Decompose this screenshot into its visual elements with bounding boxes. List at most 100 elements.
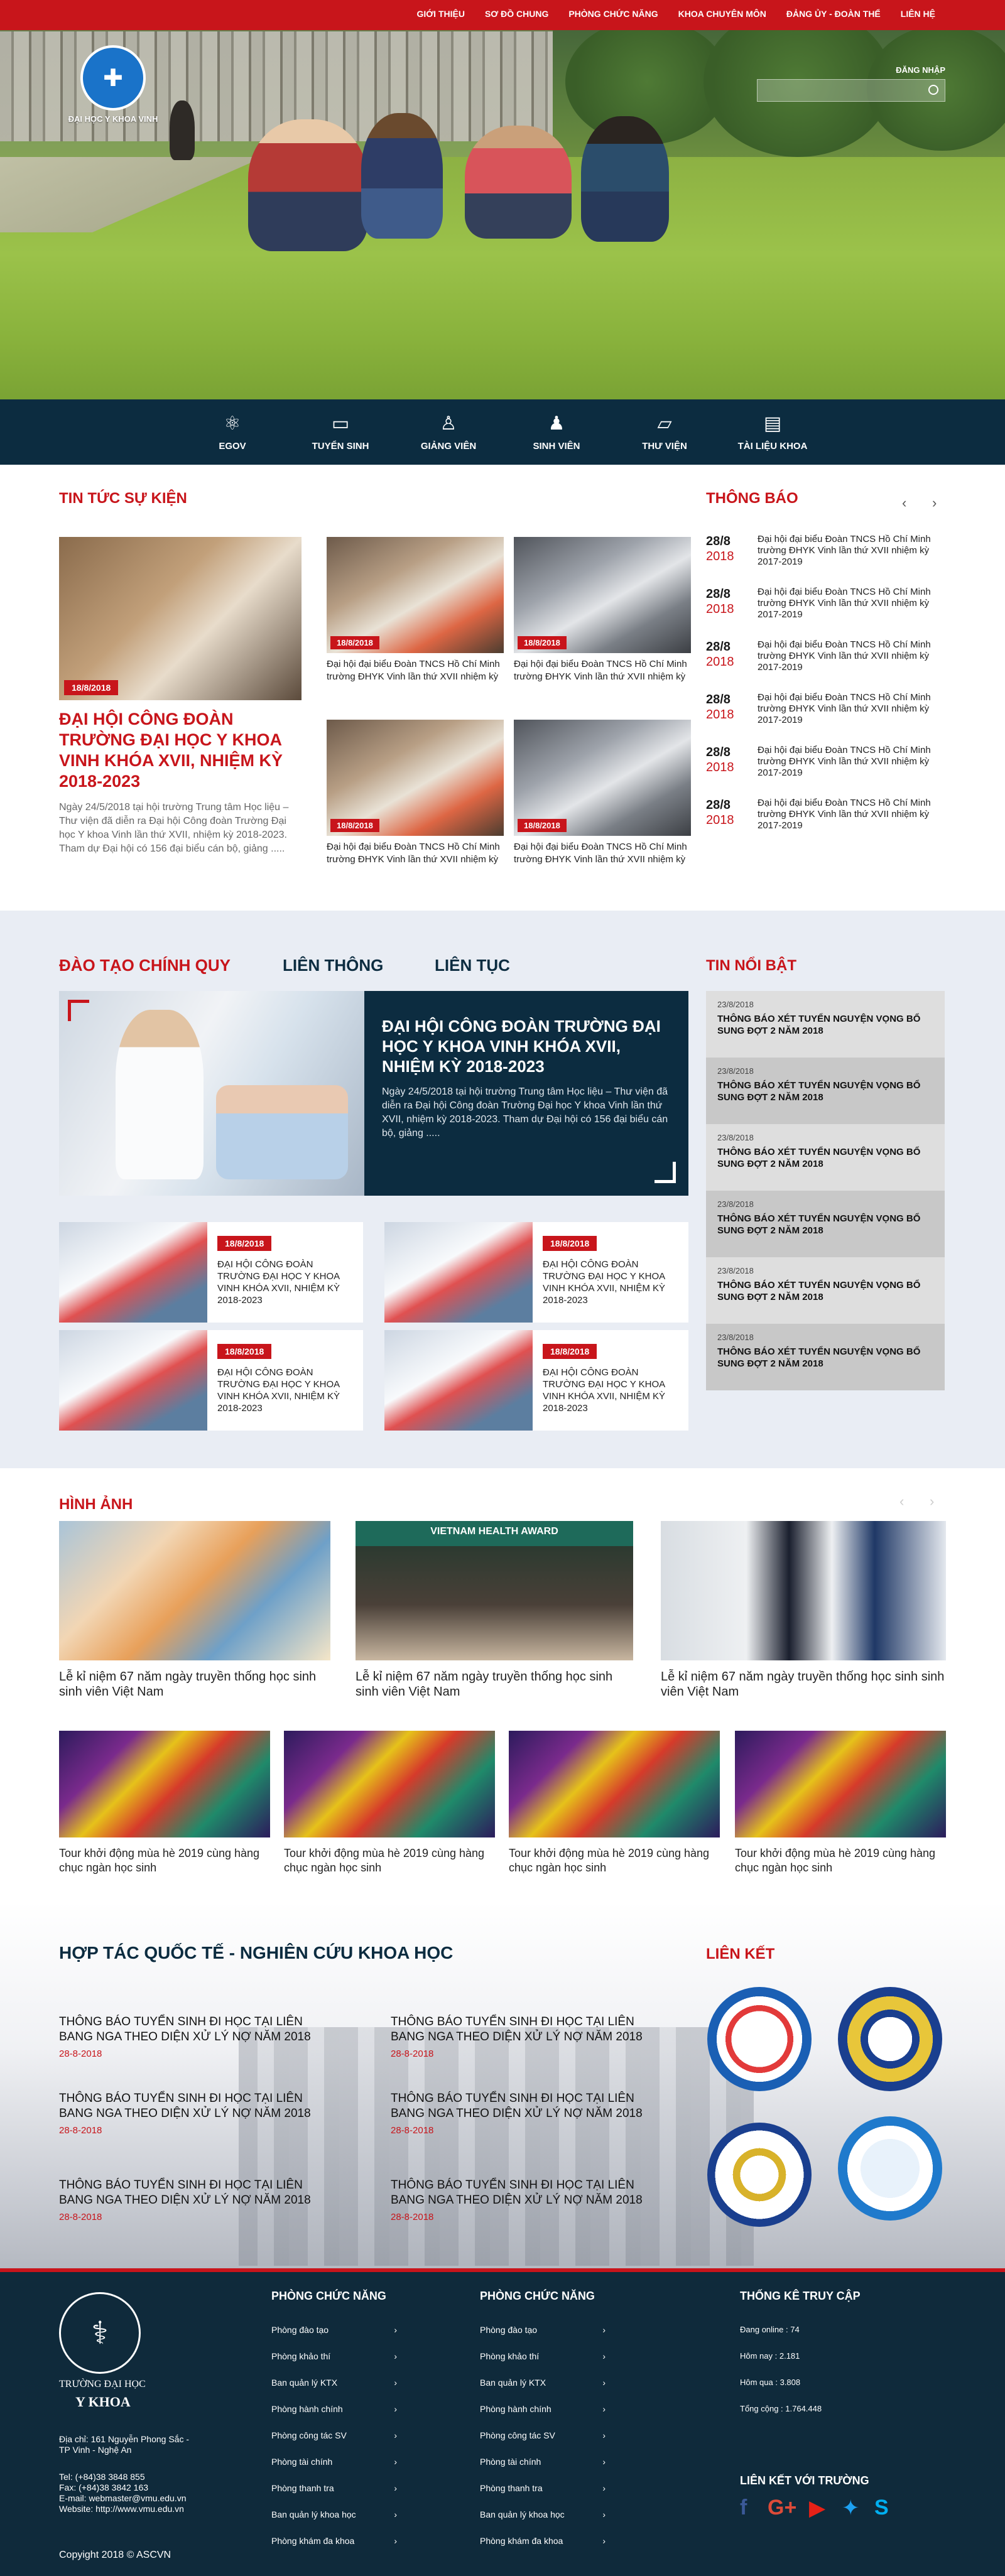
coop-item[interactable]: THÔNG BÁO TUYỂN SINH ĐI HỌC TẠI LIÊN BAN… xyxy=(391,2015,655,2059)
quick-menu-giang-vien[interactable]: ♙ GIẢNG VIÊN xyxy=(394,399,503,465)
notice-text[interactable]: Đại hội đại biểu Đoàn TNCS Hồ Chí Minh t… xyxy=(758,534,951,568)
hot-news-title-text[interactable]: THÔNG BÁO XÉT TUYỂN NGUYỆN VỌNG BỔ SUNG … xyxy=(717,1146,933,1170)
footer-link[interactable]: Phòng tài chính › xyxy=(271,2457,397,2467)
skype-icon[interactable]: S xyxy=(874,2496,889,2520)
youtube-icon[interactable]: ▶ xyxy=(809,2496,825,2521)
footer-link[interactable]: Phòng khảo thí › xyxy=(271,2351,397,2361)
tab-lien-tuc[interactable]: LIÊN TỤC xyxy=(435,956,510,975)
notice-text[interactable]: Đại hội đại biểu Đoàn TNCS Hồ Chí Minh t… xyxy=(758,798,951,831)
prev-arrow-icon[interactable]: ‹ xyxy=(902,495,906,511)
featured-training[interactable]: ĐẠI HỘI CÔNG ĐOÀN TRƯỜNG ĐẠI HỌC Y KHOA … xyxy=(59,991,688,1196)
coop-item[interactable]: THÔNG BÁO TUYỂN SINH ĐI HỌC TẠI LIÊN BAN… xyxy=(391,2091,655,2136)
footer-link[interactable]: Ban quản lý KTX › xyxy=(480,2378,606,2388)
hot-news-item[interactable]: 23/8/2018 THÔNG BÁO XÉT TUYỂN NGUYỆN VỌN… xyxy=(706,1191,945,1257)
google-plus-icon[interactable]: G+ xyxy=(768,2496,796,2520)
partner-logo-4-icon[interactable] xyxy=(838,2116,942,2221)
gallery-caption[interactable]: Lễ kỉ niệm 67 năm ngày truyền thống học … xyxy=(59,1669,330,1699)
nav-phong-chuc-nang[interactable]: PHÒNG CHỨC NĂNG xyxy=(558,0,668,28)
gallery-small-caption[interactable]: Tour khởi động mùa hè 2019 cùng hàng chụ… xyxy=(509,1846,720,1875)
nav-gioi-thieu[interactable]: GIỚI THIỆU xyxy=(406,0,475,28)
nav-khoa-chuyen-mon[interactable]: KHOA CHUYÊN MÔN xyxy=(668,0,776,28)
training-card-title[interactable]: ĐẠI HỘI CÔNG ĐOÀN TRƯỜNG ĐẠI HỌC Y KHOA … xyxy=(217,1258,356,1306)
training-card-title[interactable]: ĐẠI HỘI CÔNG ĐOÀN TRƯỜNG ĐẠI HỌC Y KHOA … xyxy=(217,1366,356,1414)
gallery-item[interactable]: VIETNAM HEALTH AWARD Lễ kỉ niệm 67 năm n… xyxy=(356,1521,633,1699)
gallery-caption[interactable]: Lễ kỉ niệm 67 năm ngày truyền thống học … xyxy=(661,1669,946,1699)
footer-link[interactable]: Ban quản lý KTX › xyxy=(271,2378,397,2388)
hot-news-title-text[interactable]: THÔNG BÁO XÉT TUYỂN NGUYỆN VỌNG BỔ SUNG … xyxy=(717,1080,933,1103)
news-card[interactable]: 18/8/2018 Đại hội đại biểu Đoàn TNCS Hồ … xyxy=(327,720,504,866)
news-card-title[interactable]: Đại hội đại biểu Đoàn TNCS Hồ Chí Minh t… xyxy=(327,841,504,866)
news-card-title[interactable]: Đại hội đại biểu Đoàn TNCS Hồ Chí Minh t… xyxy=(514,658,691,683)
twitter-icon[interactable]: ✦ xyxy=(842,2496,860,2521)
footer-link[interactable]: Ban quản lý khoa học › xyxy=(480,2509,606,2519)
news-card[interactable]: 18/8/2018 Đại hội đại biểu Đoàn TNCS Hồ … xyxy=(514,537,691,683)
footer-link[interactable]: Phòng tài chính › xyxy=(480,2457,606,2467)
notice-item[interactable]: 28/8 2018 Đại hội đại biểu Đoàn TNCS Hồ C… xyxy=(706,745,951,779)
notice-text[interactable]: Đại hội đại biểu Đoàn TNCS Hồ Chí Minh t… xyxy=(758,745,951,779)
gallery-small-caption[interactable]: Tour khởi động mùa hè 2019 cùng hàng chụ… xyxy=(284,1846,495,1875)
hot-news-item[interactable]: 23/8/2018 THÔNG BÁO XÉT TUYỂN NGUYỆN VỌN… xyxy=(706,991,945,1058)
quick-menu-tai-lieu-khoa[interactable]: ▤ TÀI LIỆU KHOA xyxy=(719,399,827,465)
training-card-title[interactable]: ĐẠI HỘI CÔNG ĐOÀN TRƯỜNG ĐẠI HỌC Y KHOA … xyxy=(543,1366,681,1414)
footer-website[interactable]: Website: http://www.vmu.edu.vn xyxy=(59,2504,184,2514)
footer-link[interactable]: Phòng công tác SV › xyxy=(480,2430,606,2440)
search-input[interactable] xyxy=(758,80,921,101)
coop-item[interactable]: THÔNG BÁO TUYỂN SINH ĐI HỌC TẠI LIÊN BAN… xyxy=(59,2015,323,2059)
gallery-next-arrow-icon[interactable]: › xyxy=(930,1493,934,1510)
partner-logo-2-icon[interactable] xyxy=(838,1987,942,2091)
partner-logo-1-icon[interactable] xyxy=(707,1987,812,2091)
footer-link[interactable]: Phòng đào tạo › xyxy=(480,2325,606,2335)
partner-logo-3-icon[interactable] xyxy=(707,2123,812,2227)
notice-item[interactable]: 28/8 2018 Đại hội đại biểu Đoàn TNCS Hồ C… xyxy=(706,639,951,673)
quick-menu-egov[interactable]: ⚛ EGOV xyxy=(178,399,286,465)
footer-link[interactable]: Phòng thanh tra › xyxy=(480,2483,606,2493)
notice-item[interactable]: 28/8 2018 Đại hội đại biểu Đoàn TNCS Hồ C… xyxy=(706,534,951,568)
site-logo[interactable]: ✚ ĐẠI HỌC Y KHOA VINH xyxy=(63,45,163,124)
hot-news-item[interactable]: 23/8/2018 THÔNG BÁO XÉT TUYỂN NGUYỆN VỌN… xyxy=(706,1257,945,1324)
tab-dao-tao-chinh-quy[interactable]: ĐÀO TẠO CHÍNH QUY xyxy=(59,956,231,975)
training-card[interactable]: 18/8/2018 ĐẠI HỘI CÔNG ĐOÀN TRƯỜNG ĐẠI H… xyxy=(384,1222,688,1323)
footer-link[interactable]: Phòng khám đa khoa › xyxy=(271,2536,397,2546)
footer-link[interactable]: Ban quản lý khoa học › xyxy=(271,2509,397,2519)
coop-item[interactable]: THÔNG BÁO TUYỂN SINH ĐI HỌC TẠI LIÊN BAN… xyxy=(59,2091,323,2136)
news-card-title[interactable]: Đại hội đại biểu Đoàn TNCS Hồ Chí Minh t… xyxy=(327,658,504,683)
footer-link[interactable]: Phòng khám đa khoa › xyxy=(480,2536,606,2546)
footer-link[interactable]: Phòng hành chính › xyxy=(271,2404,397,2414)
featured-training-title[interactable]: ĐẠI HỘI CÔNG ĐOÀN TRƯỜNG ĐẠI HỌC Y KHOA … xyxy=(382,1016,671,1076)
facebook-icon[interactable]: f xyxy=(740,2496,747,2520)
training-card-title[interactable]: ĐẠI HỘI CÔNG ĐOÀN TRƯỜNG ĐẠI HỌC Y KHOA … xyxy=(543,1258,681,1306)
featured-news[interactable]: 18/8/2018 ĐẠI HỘI CÔNG ĐOÀN TRƯỜNG ĐẠI H… xyxy=(59,537,302,856)
hot-news-item[interactable]: 23/8/2018 THÔNG BÁO XÉT TUYỂN NGUYỆN VỌN… xyxy=(706,1324,945,1390)
hot-news-title-text[interactable]: THÔNG BÁO XÉT TUYỂN NGUYỆN VỌNG BỔ SUNG … xyxy=(717,1346,933,1370)
gallery-small-caption[interactable]: Tour khởi động mùa hè 2019 cùng hàng chụ… xyxy=(735,1846,946,1875)
training-card[interactable]: 18/8/2018 ĐẠI HỘI CÔNG ĐOÀN TRƯỜNG ĐẠI H… xyxy=(59,1222,363,1323)
quick-menu-sinh-vien[interactable]: ♟ SINH VIÊN xyxy=(503,399,611,465)
nav-dang-uy-doan-the[interactable]: ĐẢNG ỦY - ĐOÀN THỂ xyxy=(776,0,891,28)
footer-link[interactable]: Phòng công tác SV › xyxy=(271,2430,397,2440)
nav-so-do-chung[interactable]: SƠ ĐỒ CHUNG xyxy=(475,0,558,28)
hot-news-item[interactable]: 23/8/2018 THÔNG BÁO XÉT TUYỂN NGUYỆN VỌN… xyxy=(706,1058,945,1124)
quick-menu-tuyen-sinh[interactable]: ▭ TUYỂN SINH xyxy=(286,399,394,465)
tab-lien-thong[interactable]: LIÊN THÔNG xyxy=(283,956,383,975)
training-card[interactable]: 18/8/2018 ĐẠI HỘI CÔNG ĐOÀN TRƯỜNG ĐẠI H… xyxy=(59,1330,363,1431)
gallery-small-item[interactable]: Tour khởi động mùa hè 2019 cùng hàng chụ… xyxy=(284,1731,495,1875)
gallery-item[interactable]: Lễ kỉ niệm 67 năm ngày truyền thống học … xyxy=(661,1521,946,1699)
hot-news-title-text[interactable]: THÔNG BÁO XÉT TUYỂN NGUYỆN VỌNG BỔ SUNG … xyxy=(717,1213,933,1237)
login-link[interactable]: ĐĂNG NHẬP xyxy=(896,65,945,75)
search-icon[interactable] xyxy=(928,85,938,95)
hot-news-title-text[interactable]: THÔNG BÁO XÉT TUYỂN NGUYỆN VỌNG BỔ SUNG … xyxy=(717,1013,933,1037)
quick-menu-thu-vien[interactable]: ▱ THƯ VIỆN xyxy=(611,399,719,465)
news-card[interactable]: 18/8/2018 Đại hội đại biểu Đoàn TNCS Hồ … xyxy=(327,537,504,683)
footer-link[interactable]: Phòng thanh tra › xyxy=(271,2483,397,2493)
footer-link[interactable]: Phòng đào tạo › xyxy=(271,2325,397,2335)
notice-text[interactable]: Đại hội đại biểu Đoàn TNCS Hồ Chí Minh t… xyxy=(758,587,951,620)
coop-item[interactable]: THÔNG BÁO TUYỂN SINH ĐI HỌC TẠI LIÊN BAN… xyxy=(391,2178,655,2222)
gallery-caption[interactable]: Lễ kỉ niệm 67 năm ngày truyền thống học … xyxy=(356,1669,633,1699)
news-card-title[interactable]: Đại hội đại biểu Đoàn TNCS Hồ Chí Minh t… xyxy=(514,841,691,866)
notice-text[interactable]: Đại hội đại biểu Đoàn TNCS Hồ Chí Minh t… xyxy=(758,692,951,726)
next-arrow-icon[interactable]: › xyxy=(932,495,937,511)
coop-item-title[interactable]: THÔNG BÁO TUYỂN SINH ĐI HỌC TẠI LIÊN BAN… xyxy=(391,2015,655,2045)
gallery-item[interactable]: Lễ kỉ niệm 67 năm ngày truyền thống học … xyxy=(59,1521,330,1699)
gallery-small-item[interactable]: Tour khởi động mùa hè 2019 cùng hàng chụ… xyxy=(509,1731,720,1875)
training-card[interactable]: 18/8/2018 ĐẠI HỘI CÔNG ĐOÀN TRƯỜNG ĐẠI H… xyxy=(384,1330,688,1431)
